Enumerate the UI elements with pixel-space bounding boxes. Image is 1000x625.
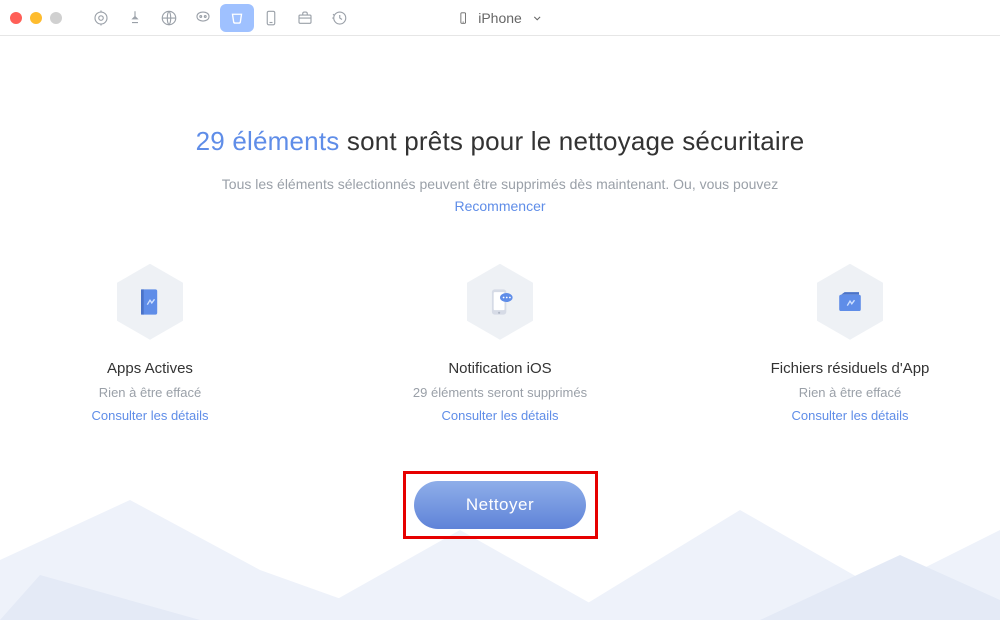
action-highlight-box: Nettoyer <box>403 471 598 539</box>
card-title: Notification iOS <box>400 360 600 377</box>
fullscreen-window-button[interactable] <box>50 12 62 24</box>
history-icon[interactable] <box>322 4 356 32</box>
card-details-link[interactable]: Consulter les détails <box>441 408 558 423</box>
notifications-icon <box>467 264 533 340</box>
card-details-link[interactable]: Consulter les détails <box>791 408 908 423</box>
card-icon-wrap <box>814 262 886 342</box>
clean-button[interactable]: Nettoyer <box>414 481 586 529</box>
card-title: Apps Actives <box>50 360 250 377</box>
cards-row: Apps Actives Rien à être effacé Consulte… <box>0 262 1000 425</box>
card-status: Rien à être effacé <box>750 385 950 400</box>
residual-files-icon <box>817 264 883 340</box>
card-icon-wrap <box>114 262 186 342</box>
active-apps-icon <box>117 264 183 340</box>
window-controls <box>10 12 62 24</box>
card-residual-files: Fichiers résiduels d'App Rien à être eff… <box>750 262 950 425</box>
device-phone-icon <box>456 11 470 25</box>
card-status: Rien à être effacé <box>50 385 250 400</box>
toolbar-tools <box>84 4 356 32</box>
phone-icon[interactable] <box>254 4 288 32</box>
clean-icon[interactable] <box>220 4 254 32</box>
restart-link[interactable]: Recommencer <box>454 198 545 214</box>
card-details-link[interactable]: Consulter les détails <box>91 408 208 423</box>
boost-icon[interactable] <box>84 4 118 32</box>
headline-rest: sont prêts pour le nettoyage sécuritaire <box>339 126 804 156</box>
toolbar: iPhone <box>0 0 1000 36</box>
card-active-apps: Apps Actives Rien à être effacé Consulte… <box>50 262 250 425</box>
close-window-button[interactable] <box>10 12 22 24</box>
card-icon-wrap <box>464 262 536 342</box>
minimize-window-button[interactable] <box>30 12 42 24</box>
headline-count: 29 éléments <box>196 126 340 156</box>
device-label: iPhone <box>478 10 522 26</box>
subtitle-text: Tous les éléments sélectionnés peuvent ê… <box>222 176 778 192</box>
privacy-icon[interactable] <box>186 4 220 32</box>
card-notifications: Notification iOS 29 éléments seront supp… <box>400 262 600 425</box>
device-selector[interactable]: iPhone <box>456 10 544 26</box>
card-status: 29 éléments seront supprimés <box>400 385 600 400</box>
sync-icon[interactable] <box>118 4 152 32</box>
globe-icon[interactable] <box>152 4 186 32</box>
page-title: 29 éléments sont prêts pour le nettoyage… <box>0 126 1000 157</box>
card-title: Fichiers résiduels d'App <box>750 360 950 377</box>
main-content: 29 éléments sont prêts pour le nettoyage… <box>0 36 1000 539</box>
chevron-down-icon <box>530 11 544 25</box>
toolbox-icon[interactable] <box>288 4 322 32</box>
subtitle: Tous les éléments sélectionnés peuvent ê… <box>0 173 1000 218</box>
